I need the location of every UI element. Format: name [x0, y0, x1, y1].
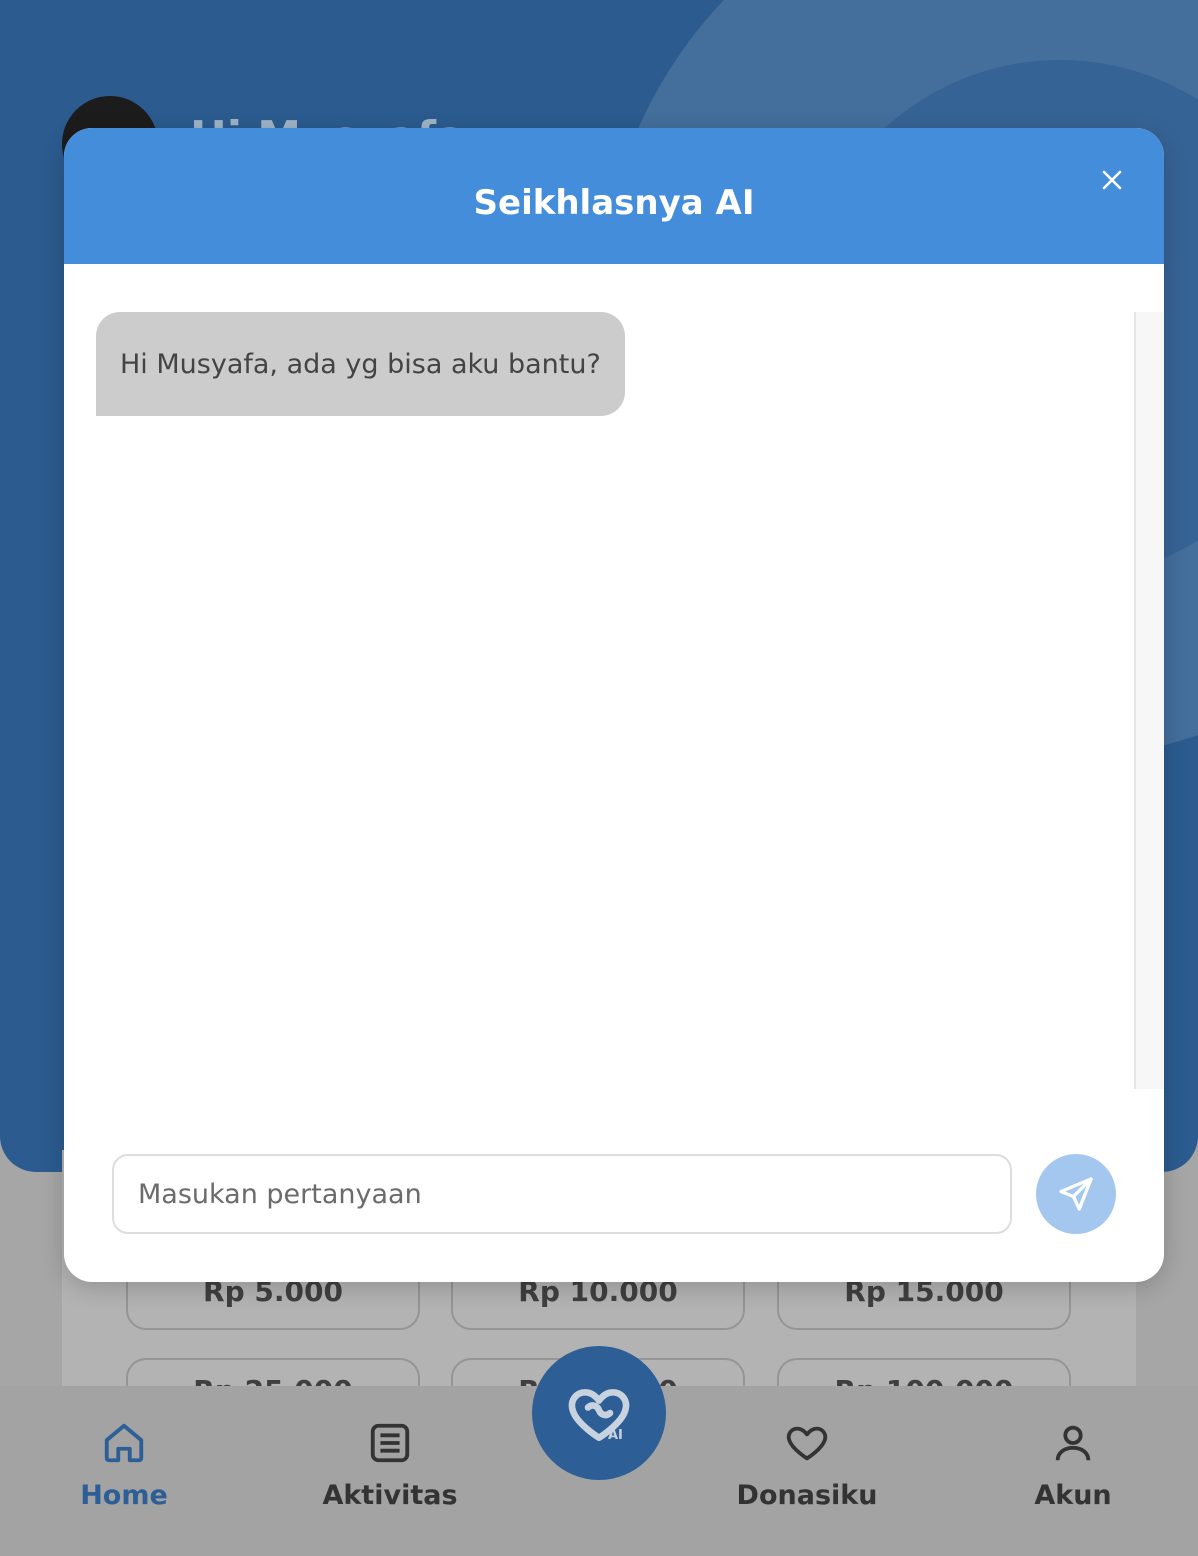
chat-modal-title: Seikhlasnya AI: [473, 183, 755, 223]
chat-scrollbar[interactable]: [1134, 312, 1164, 1089]
chat-question-input[interactable]: [112, 1154, 1012, 1234]
bot-message-bubble: Hi Musyafa, ada yg bisa aku bantu?: [96, 312, 625, 416]
close-icon: [1102, 170, 1122, 190]
send-button[interactable]: [1036, 1154, 1116, 1234]
close-button[interactable]: [1094, 162, 1130, 198]
chat-modal-header: Seikhlasnya AI: [64, 128, 1164, 264]
send-icon: [1059, 1177, 1093, 1211]
chat-message-list[interactable]: Hi Musyafa, ada yg bisa aku bantu?: [64, 264, 1164, 1090]
chat-modal: Seikhlasnya AI Hi Musyafa, ada yg bisa a…: [64, 128, 1164, 1282]
chat-input-row: [112, 1154, 1116, 1234]
